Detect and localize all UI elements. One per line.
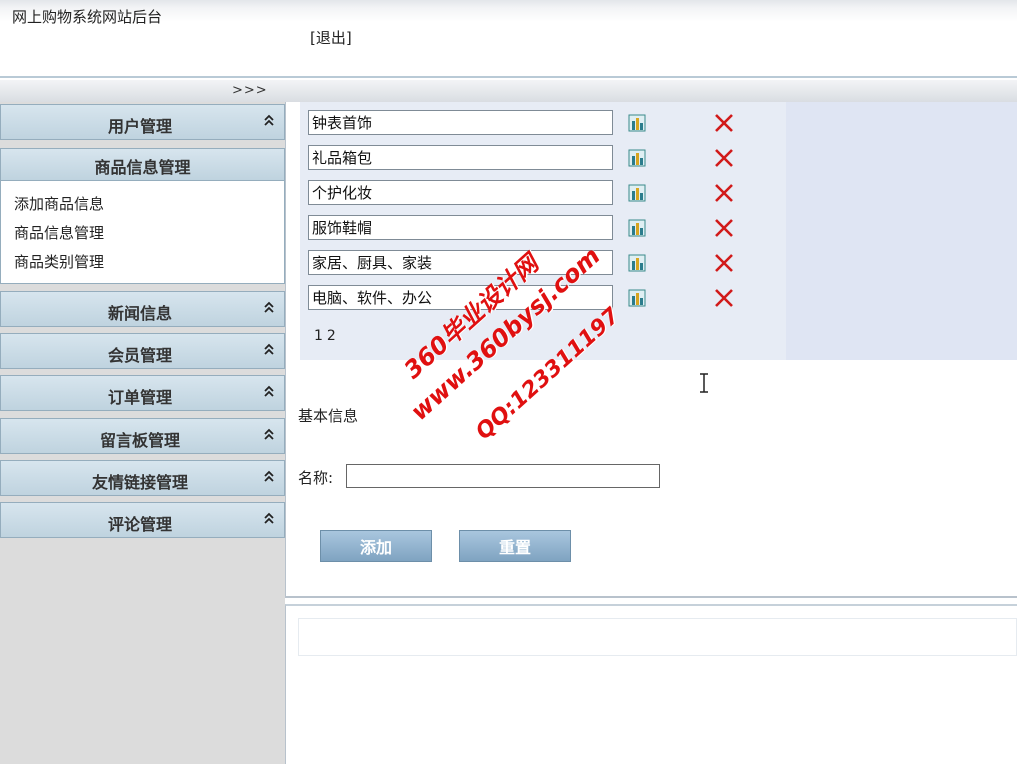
name-input[interactable] — [346, 464, 660, 488]
category-list-panel-right — [786, 102, 1017, 360]
sidebar-menu-label: 订单管理 — [107, 388, 172, 407]
category-row — [308, 215, 738, 241]
category-name-input[interactable] — [308, 285, 613, 310]
sidebar-menu-label: 留言板管理 — [99, 431, 180, 450]
category-name-input[interactable] — [308, 180, 613, 205]
sidebar-item-category-management[interactable]: 商品类别管理 — [14, 251, 104, 272]
edit-icon[interactable] — [628, 218, 646, 237]
sidebar-menu-guestbook[interactable]: 留言板管理 — [0, 418, 285, 454]
category-name-input[interactable] — [308, 145, 613, 170]
sidebar-menu-label: 友情链接管理 — [91, 473, 188, 492]
chevron-up-icon — [264, 301, 274, 313]
bottom-frame-inner — [298, 618, 1017, 656]
chevron-up-icon — [264, 470, 274, 482]
chevron-up-icon — [264, 385, 274, 397]
sidebar-menu-label: 会员管理 — [107, 346, 172, 365]
category-name-input[interactable] — [308, 250, 613, 275]
sidebar-menu-links[interactable]: 友情链接管理 — [0, 460, 285, 496]
sidebar-menu-label: 评论管理 — [107, 515, 172, 534]
edit-icon[interactable] — [628, 288, 646, 307]
sidebar-menu-label: 新闻信息 — [107, 304, 172, 323]
delete-icon[interactable] — [713, 112, 735, 134]
pagination: 12 — [314, 328, 340, 344]
category-name-input[interactable] — [308, 110, 613, 135]
category-row — [308, 180, 738, 206]
category-row — [308, 250, 738, 276]
category-row — [308, 145, 738, 171]
delete-icon[interactable] — [713, 217, 735, 239]
top-header: 网上购物系统网站后台 [退出] — [0, 0, 1017, 78]
reset-button[interactable]: 重置 — [459, 530, 571, 562]
sidebar-toggle-arrows[interactable]: >>> — [232, 83, 268, 98]
edit-icon[interactable] — [628, 183, 646, 202]
sidebar-item-goods-management[interactable]: 商品信息管理 — [14, 222, 104, 243]
sidebar-toggle-bar: >>> — [0, 80, 1017, 102]
edit-icon[interactable] — [628, 113, 646, 132]
add-button[interactable]: 添加 — [320, 530, 432, 562]
delete-icon[interactable] — [713, 182, 735, 204]
sidebar-menu-comments[interactable]: 评论管理 — [0, 502, 285, 538]
category-row — [308, 285, 738, 311]
chevron-up-icon — [264, 512, 274, 524]
chevron-up-icon — [264, 114, 274, 126]
category-row — [308, 110, 738, 136]
edit-icon[interactable] — [628, 253, 646, 272]
site-title: 网上购物系统网站后台 — [12, 8, 163, 26]
category-name-input[interactable] — [308, 215, 613, 240]
sidebar-menu-orders[interactable]: 订单管理 — [0, 375, 285, 411]
delete-icon[interactable] — [713, 252, 735, 274]
name-label: 名称: — [298, 469, 334, 487]
page-link-1[interactable]: 1 — [314, 328, 323, 344]
sidebar-menu-user-management[interactable]: 用户管理 — [0, 104, 285, 140]
edit-icon[interactable] — [628, 148, 646, 167]
sidebar-menu-label: 用户管理 — [107, 117, 172, 136]
sidebar-menu-news[interactable]: 新闻信息 — [0, 291, 285, 327]
sidebar-menu-members[interactable]: 会员管理 — [0, 333, 285, 369]
sidebar-item-add-goods[interactable]: 添加商品信息 — [14, 193, 104, 214]
sidebar-menu-goods-info-header[interactable]: 商品信息管理 — [1, 149, 284, 181]
logout-link[interactable]: [退出] — [310, 27, 352, 48]
text-cursor-icon — [700, 373, 708, 393]
section-title-basic-info: 基本信息 — [298, 407, 359, 425]
delete-icon[interactable] — [713, 287, 735, 309]
delete-icon[interactable] — [713, 147, 735, 169]
sidebar-menu-goods-info: 商品信息管理 添加商品信息 商品信息管理 商品类别管理 — [0, 148, 285, 284]
chevron-up-icon — [264, 428, 274, 440]
page-link-2[interactable]: 2 — [327, 328, 336, 344]
chevron-up-icon — [264, 343, 274, 355]
